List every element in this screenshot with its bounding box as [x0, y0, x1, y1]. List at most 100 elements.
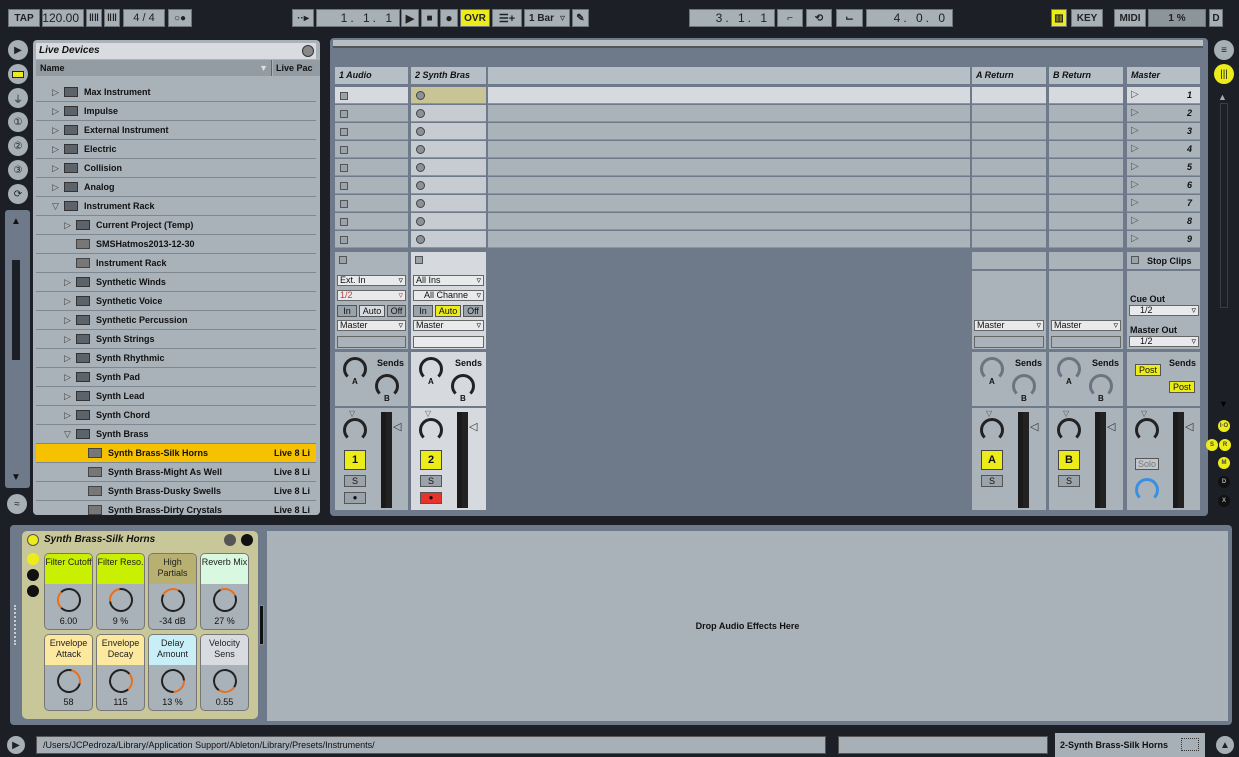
clip-stop-button[interactable]: [340, 92, 348, 100]
expand-arrow-icon[interactable]: ▷: [64, 277, 76, 288]
send-a-post-button[interactable]: Post: [1135, 364, 1161, 376]
volume-slider-icon[interactable]: ◁: [1030, 420, 1038, 433]
macro-knob[interactable]: [209, 584, 241, 616]
track-header-master[interactable]: Master: [1127, 67, 1200, 84]
refresh-icon[interactable]: ⟳: [8, 184, 28, 204]
scene-launch[interactable]: ▷ 6: [1127, 177, 1200, 194]
play-scene-icon[interactable]: ▷: [1131, 143, 1139, 154]
play-scene-icon[interactable]: ▷: [1131, 179, 1139, 190]
clip-stop-button[interactable]: [340, 182, 348, 190]
metronome-button[interactable]: ○●: [168, 9, 192, 27]
pan-knob[interactable]: [980, 418, 1004, 442]
clip-slot[interactable]: [488, 141, 970, 158]
overdub-button[interactable]: OVR: [460, 9, 490, 27]
scene-launch[interactable]: ▷ 4: [1127, 141, 1200, 158]
stop-button[interactable]: ■: [421, 9, 438, 27]
arm-box[interactable]: [415, 256, 423, 264]
solo-button[interactable]: S: [420, 475, 442, 487]
play-scene-icon[interactable]: ▷: [1131, 107, 1139, 118]
punch-in-button[interactable]: ⌐: [777, 9, 803, 27]
clip-slot[interactable]: [411, 177, 486, 194]
macro-toggle-icon[interactable]: [27, 553, 39, 565]
clip-stop-button[interactable]: [340, 200, 348, 208]
browser-item[interactable]: Synth Brass-Dirty Crystals Live 8 Li: [36, 501, 316, 515]
pan-knob[interactable]: [1057, 418, 1081, 442]
detail-toggle-icon[interactable]: ▲: [1216, 736, 1234, 754]
view-toggle-m[interactable]: M: [1218, 457, 1230, 469]
macro-2[interactable]: Filter Reso. 9 %: [96, 553, 145, 630]
hotswap-icon[interactable]: [302, 45, 314, 57]
tempo-field[interactable]: 120.00: [42, 9, 84, 27]
clip-slot[interactable]: [972, 159, 1046, 176]
arm-box[interactable]: [339, 256, 347, 264]
browser-item[interactable]: ▷ Synth Strings: [36, 330, 316, 349]
clip-record-button[interactable]: [416, 181, 425, 190]
clip-slot[interactable]: [972, 213, 1046, 230]
browser-item[interactable]: Instrument Rack: [36, 254, 316, 273]
track-activator-button[interactable]: 1: [344, 450, 366, 470]
arrangement-position[interactable]: 1. 1. 1: [316, 9, 400, 27]
time-signature[interactable]: 4 / 4: [123, 9, 165, 27]
loop-button[interactable]: ⟲: [806, 9, 832, 27]
track-header-a-return[interactable]: A Return: [972, 67, 1046, 84]
browser-item[interactable]: ▷ Synthetic Winds: [36, 273, 316, 292]
session-scrollbar[interactable]: [1220, 103, 1228, 308]
clip-slot[interactable]: [335, 141, 408, 158]
track-activator-button[interactable]: A: [981, 450, 1003, 470]
scene-launch[interactable]: ▷ 5: [1127, 159, 1200, 176]
browser-item[interactable]: ▷ Synth Lead: [36, 387, 316, 406]
clip-slot[interactable]: [1049, 87, 1123, 104]
macro-knob[interactable]: [104, 583, 138, 617]
view-toggle-io[interactable]: I·O: [1218, 420, 1230, 432]
expand-arrow-icon[interactable]: ▷: [52, 182, 64, 193]
browser-item[interactable]: SMSHatmos2013-12-30: [36, 235, 316, 254]
expand-arrow-icon[interactable]: ▷: [64, 334, 76, 345]
clip-slot[interactable]: [411, 123, 486, 140]
expand-arrow-icon[interactable]: ▷: [64, 391, 76, 402]
play-scene-icon[interactable]: ▷: [1131, 197, 1139, 208]
clip-stop-button[interactable]: [340, 128, 348, 136]
track-activator-button[interactable]: B: [1058, 450, 1080, 470]
volume-slider-icon[interactable]: ◁: [393, 420, 401, 433]
session-view-icon[interactable]: |||: [1214, 64, 1234, 84]
arm-button[interactable]: ●: [420, 492, 442, 504]
clip-slot[interactable]: [411, 231, 486, 248]
midi-map-button[interactable]: MIDI: [1114, 9, 1146, 27]
clip-slot[interactable]: [488, 87, 970, 104]
macro-7[interactable]: Delay Amount 13 %: [148, 634, 197, 711]
clip-slot[interactable]: [972, 177, 1046, 194]
monitor-auto-button[interactable]: Auto: [435, 305, 461, 317]
view-toggle-x[interactable]: X: [1218, 495, 1230, 507]
clip-record-button[interactable]: [416, 235, 425, 244]
solo-button[interactable]: S: [981, 475, 1003, 487]
macro-knob[interactable]: [107, 667, 135, 695]
macro-1[interactable]: Filter Cutoff 6.00: [44, 553, 93, 630]
clip-slot[interactable]: [972, 123, 1046, 140]
expand-arrow-icon[interactable]: ▷: [52, 144, 64, 155]
clip-record-button[interactable]: [416, 127, 425, 136]
clip-slot[interactable]: [972, 231, 1046, 248]
macro-8[interactable]: Velocity Sens 0.55: [200, 634, 249, 711]
browser-item[interactable]: Synth Brass-Dusky Swells Live 8 Li: [36, 482, 316, 501]
clip-slot[interactable]: [1049, 105, 1123, 122]
track-header-audio[interactable]: 1 Audio: [335, 67, 408, 84]
expand-arrow-icon[interactable]: ▷: [64, 353, 76, 364]
cue-out-select[interactable]: 1/2: [1129, 305, 1199, 316]
expand-arrow-icon[interactable]: ▷: [52, 125, 64, 136]
scene-launch[interactable]: ▷ 8: [1127, 213, 1200, 230]
output-select[interactable]: Master: [413, 320, 484, 331]
play-scene-icon[interactable]: ▷: [1131, 125, 1139, 136]
play-scene-icon[interactable]: ▷: [1131, 233, 1139, 244]
clip-slot[interactable]: [488, 123, 970, 140]
view-toggle-r[interactable]: R: [1219, 439, 1231, 451]
clip-slot[interactable]: [488, 195, 970, 212]
clip-slot[interactable]: [335, 195, 408, 212]
play-button[interactable]: ▶: [401, 9, 419, 27]
plugin-icon[interactable]: ⏚: [8, 88, 28, 108]
macro-knob[interactable]: [210, 666, 240, 696]
clip-slot[interactable]: [335, 177, 408, 194]
pan-knob[interactable]: [343, 418, 367, 442]
clip-slot[interactable]: [488, 231, 970, 248]
splitter[interactable]: [259, 605, 264, 645]
output-sub-select[interactable]: [1051, 336, 1121, 348]
